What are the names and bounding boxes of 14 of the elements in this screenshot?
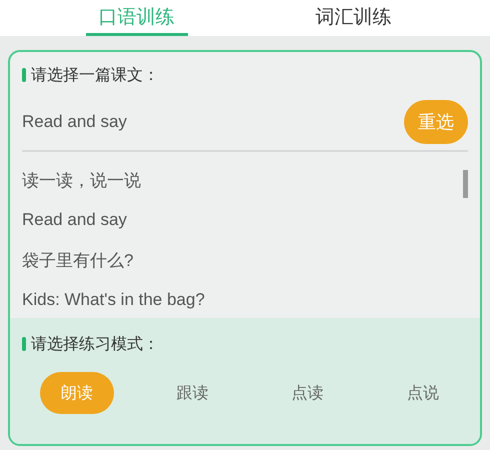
lesson-item[interactable]: 读一读，说一说 (22, 160, 141, 200)
scrollbar[interactable] (463, 170, 468, 198)
lesson-item[interactable]: Read and say (22, 200, 127, 240)
current-lesson: Read and say (22, 112, 127, 132)
heading-marker-icon (22, 337, 26, 351)
lesson-item[interactable]: Kids: What's in the bag? (22, 280, 205, 318)
mode-button[interactable]: 跟读 (155, 372, 230, 414)
lesson-item[interactable]: 袋子里有什么? (22, 240, 134, 280)
tab[interactable]: 词汇训练 (302, 0, 404, 36)
section-heading: 请选择一篇课文： (31, 66, 159, 86)
section-heading: 请选择练习模式： (31, 334, 159, 354)
heading-marker-icon (22, 68, 26, 82)
mode-button[interactable]: 点说 (386, 372, 460, 414)
mode-button[interactable]: 点读 (270, 372, 345, 414)
